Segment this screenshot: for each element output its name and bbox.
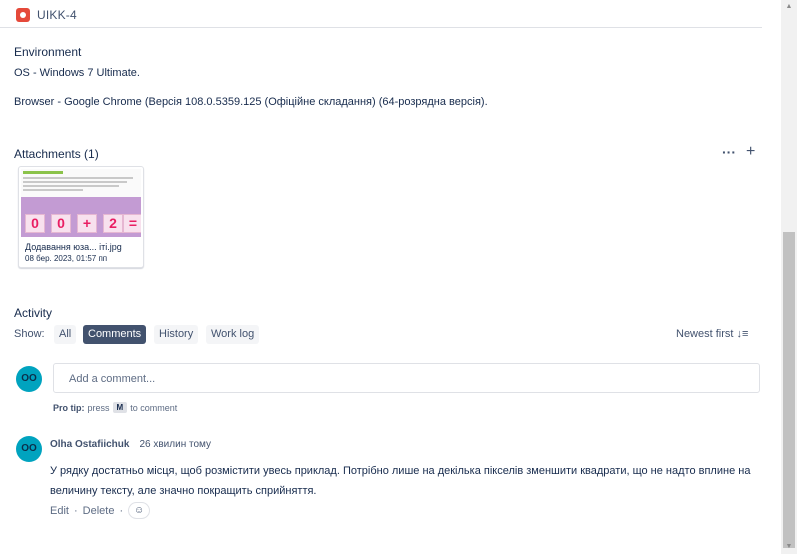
sort-icon: ↓≡ (736, 328, 749, 340)
attachment-name: Додавання юза... іті.jpg (25, 242, 122, 252)
avatar: OO (16, 366, 42, 392)
separator-dot: · (119, 504, 124, 517)
protip-suffix: to comment (130, 402, 178, 413)
edit-button[interactable]: Edit (50, 505, 69, 517)
protip-label: Pro tip: (53, 402, 85, 413)
comment-actions: Edit · Delete · ☺ (50, 502, 151, 519)
comment-time: 26 хвилин тому (139, 439, 212, 450)
attachment-thumbnail: 0 0 + 2 = (21, 169, 141, 237)
attachment-date: 08 бер. 2023, 01:57 пп (25, 254, 108, 263)
protip-press: press (87, 402, 110, 413)
more-icon[interactable]: ··· (722, 145, 736, 159)
comment-input[interactable]: Add a comment... (53, 363, 760, 393)
separator-dot: · (73, 504, 78, 517)
sort-label: Newest first (676, 328, 734, 340)
scroll-down-icon[interactable]: ▼ (783, 542, 795, 552)
tab-work-log[interactable]: Work log (206, 325, 260, 344)
scrollbar-thumb[interactable] (783, 232, 795, 548)
tab-history[interactable]: History (154, 325, 199, 344)
attachment-card[interactable]: 0 0 + 2 = Додавання юза... іті.jpg 08 бе… (18, 166, 144, 268)
environment-browser: Browser - Google Chrome (Версія 108.0.53… (14, 96, 488, 108)
environment-os: OS - Windows 7 Ultimate. (14, 67, 140, 79)
scroll-up-icon[interactable]: ▲ (783, 2, 795, 12)
tab-comments[interactable]: Comments (83, 325, 147, 344)
protip-key: M (112, 402, 128, 413)
comment-author[interactable]: Olha Ostafiichuk (50, 439, 129, 450)
pro-tip: Pro tip: press M to comment (53, 402, 177, 413)
delete-button[interactable]: Delete (83, 505, 115, 517)
comment-placeholder: Add a comment... (69, 373, 156, 385)
emoji-icon[interactable]: ☺ (128, 502, 151, 519)
activity-title: Activity (14, 306, 53, 320)
parent-issue-link[interactable]: UIKK-4 (16, 6, 77, 24)
comment-avatar: OO (16, 436, 42, 462)
environment-label: Environment (14, 45, 82, 59)
divider (0, 27, 762, 28)
tab-all[interactable]: All (54, 325, 77, 344)
issue-key[interactable]: UIKK-4 (37, 8, 77, 22)
attachments-title: Attachments (1) (14, 147, 99, 161)
show-label: Show: (14, 328, 45, 340)
comment-body: У рядку достатньо місця, щоб розмістити … (50, 465, 751, 497)
bug-icon (16, 8, 30, 22)
sort-toggle[interactable]: Newest first ↓≡ (676, 328, 748, 340)
comment-header: Olha Ostafiichuk 26 хвилин тому (50, 439, 211, 450)
plus-icon[interactable]: + (746, 144, 755, 160)
